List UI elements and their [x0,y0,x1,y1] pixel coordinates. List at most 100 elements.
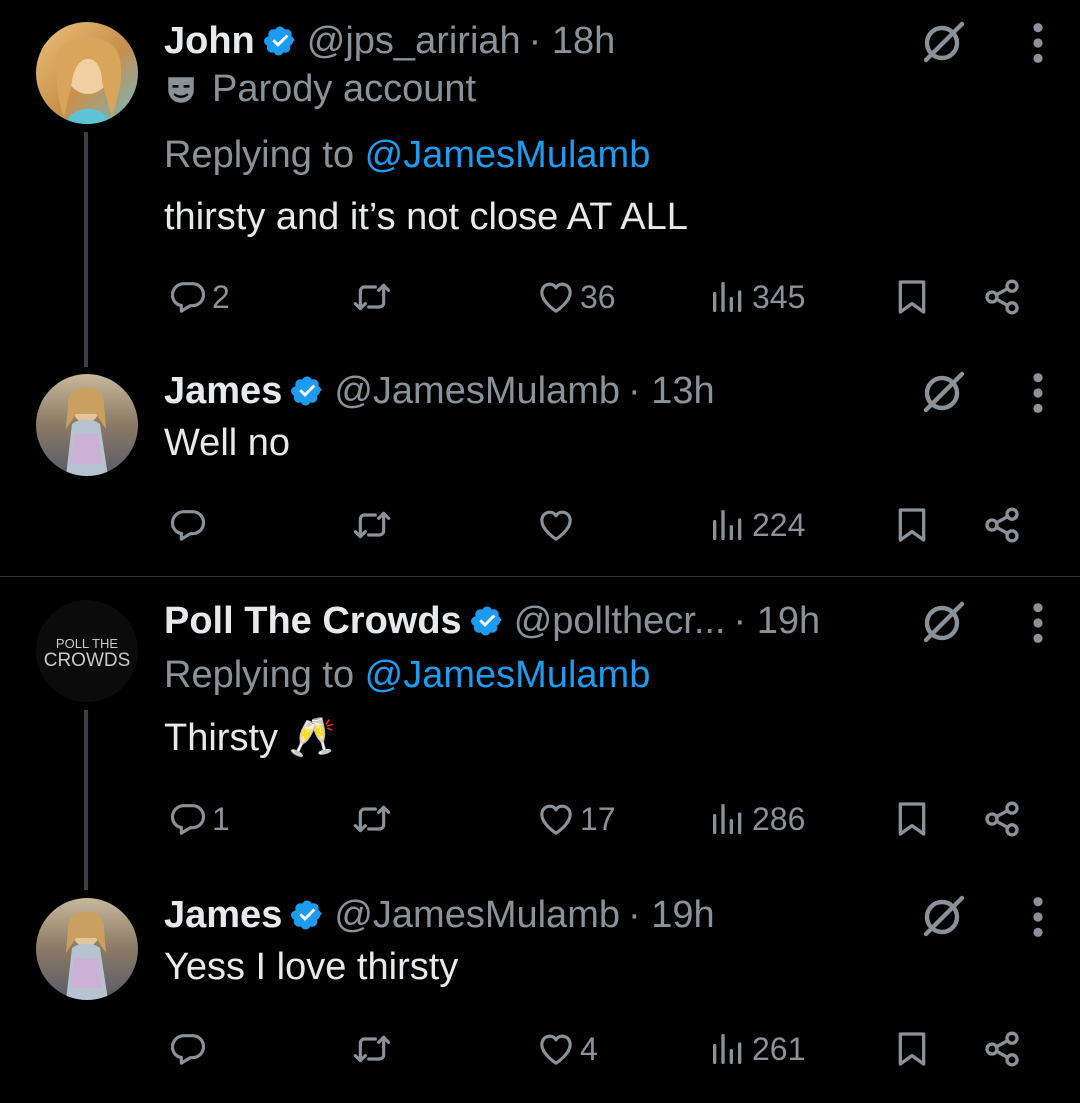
verified-badge-icon [290,374,324,408]
share-button[interactable] [982,1024,1022,1074]
retweet-icon [352,277,392,317]
tweet-text: Well no [164,422,291,464]
reply-icon [168,1029,208,1069]
bookmark-button[interactable] [892,794,932,844]
replying-prefix: Replying to [164,654,365,696]
display-name[interactable]: James [164,370,282,413]
like-icon [536,799,576,839]
display-name[interactable]: James [164,894,282,937]
tweet-text: thirsty and it’s not close AT ALL [164,196,688,238]
retweet-button[interactable] [352,272,392,322]
retweet-button[interactable] [352,1024,392,1074]
reply-icon [168,799,208,839]
avatar-john[interactable] [36,22,138,124]
avatar-logo-line1: POLL THE [56,636,118,651]
share-icon [982,1029,1022,1069]
like-button[interactable]: 4 [536,1024,598,1074]
bookmark-button[interactable] [892,272,932,322]
verified-badge-icon [470,604,504,638]
grok-icon[interactable] [920,598,968,646]
bookmark-icon [892,505,932,545]
thread-line [84,132,88,367]
verified-badge-icon [290,898,324,932]
tweet-john[interactable]: John @jps_aririah · 18h Parody account R… [0,12,1080,367]
tweet-top-icons [920,592,1080,652]
reply-icon [168,505,208,545]
like-button[interactable] [536,500,580,550]
display-name[interactable]: Poll The Crowds [164,600,462,643]
avatar-poll-the-crowds[interactable]: POLL THE CROWDS [36,600,138,702]
thread-line [84,710,88,890]
action-bar: 1 17 286 [164,794,1044,844]
grok-icon[interactable] [920,18,968,66]
retweet-icon [352,799,392,839]
avatar-james[interactable] [36,374,138,476]
verified-badge-icon [263,24,297,58]
bookmark-icon [892,1029,932,1069]
reply-button[interactable] [168,500,212,550]
retweet-button[interactable] [352,794,392,844]
timestamp[interactable]: · 19h [628,894,715,937]
views-count: 345 [752,278,806,315]
action-bar: 224 [164,500,1044,550]
share-button[interactable] [982,272,1022,322]
reply-count: 1 [212,800,230,837]
mention-link[interactable]: @JamesMulamb [365,134,651,176]
more-icon[interactable] [1032,894,1044,940]
handle[interactable]: @jps_aririah [307,20,521,63]
avatar-james[interactable] [36,898,138,1000]
like-button[interactable]: 36 [536,272,616,322]
parody-mask-icon [164,73,198,107]
tweet-top-icons [920,362,1080,422]
thread-divider [0,576,1080,577]
like-button[interactable]: 17 [536,794,616,844]
handle[interactable]: @pollthecr... [514,600,726,643]
share-icon [982,799,1022,839]
timestamp[interactable]: · 13h [628,370,715,413]
views-button[interactable]: 224 [708,500,805,550]
display-name[interactable]: John [164,20,255,63]
grok-icon[interactable] [920,368,968,416]
like-icon [536,1029,576,1069]
avatar-logo-line2: CROWDS [44,650,131,671]
tweet-text: Thirsty 🥂 [164,717,336,759]
tweet-poll-the-crowds[interactable]: POLL THE CROWDS Poll The Crowds @pollthe… [0,592,1080,890]
more-icon[interactable] [1032,20,1044,66]
timestamp[interactable]: · 18h [529,20,616,63]
retweet-button[interactable] [352,500,392,550]
grok-icon[interactable] [920,892,968,940]
mention-link[interactable]: @JamesMulamb [365,654,651,696]
reply-button[interactable]: 1 [168,794,230,844]
bookmark-button[interactable] [892,1024,932,1074]
retweet-icon [352,505,392,545]
replying-to: Replying to @JamesMulamb [164,134,650,177]
share-button[interactable] [982,794,1022,844]
bookmark-button[interactable] [892,500,932,550]
handle[interactable]: @JamesMulamb [334,894,620,937]
reply-button[interactable]: 2 [168,272,230,322]
views-button[interactable]: 286 [708,794,805,844]
parody-label: Parody account [164,68,476,111]
tweet-header: Poll The Crowds @pollthecr... · 19h [164,592,820,650]
timestamp[interactable]: · 19h [734,600,821,643]
like-count: 17 [580,800,616,837]
handle[interactable]: @JamesMulamb [334,370,620,413]
views-icon [708,1029,748,1069]
share-button[interactable] [982,500,1022,550]
views-icon [708,505,748,545]
replying-to: Replying to @JamesMulamb [164,654,650,697]
tweet-james-2[interactable]: James @JamesMulamb · 19h Yess I love thi… [0,886,1080,1096]
reply-button[interactable] [168,1024,212,1074]
more-icon[interactable] [1032,370,1044,416]
reply-icon [168,277,208,317]
views-button[interactable]: 345 [708,272,805,322]
tweet-james-1[interactable]: James @JamesMulamb · 13h Well no 224 [0,362,1080,572]
tweet-header: James @JamesMulamb · 13h [164,362,715,420]
views-button[interactable]: 261 [708,1024,805,1074]
action-bar: 4 261 [164,1024,1044,1074]
action-bar: 2 36 345 [164,272,1044,322]
views-count: 261 [752,1030,806,1067]
more-icon[interactable] [1032,600,1044,646]
tweet-text: Yess I love thirsty [164,946,459,988]
bookmark-icon [892,277,932,317]
